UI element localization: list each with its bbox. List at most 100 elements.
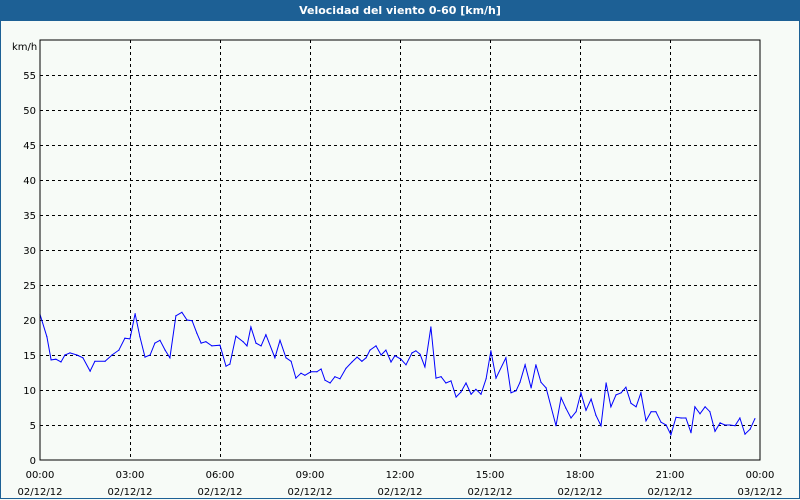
data-point bbox=[390, 361, 392, 363]
data-point bbox=[394, 355, 396, 357]
data-point bbox=[580, 392, 582, 394]
x-tick-date: 02/12/12 bbox=[288, 487, 333, 498]
data-point bbox=[339, 378, 341, 380]
data-point bbox=[605, 382, 607, 384]
data-point bbox=[175, 315, 177, 317]
data-point bbox=[250, 326, 252, 328]
data-point bbox=[129, 338, 131, 340]
data-point bbox=[290, 360, 292, 362]
data-point bbox=[265, 334, 267, 336]
data-point bbox=[159, 339, 161, 341]
data-point bbox=[440, 376, 442, 378]
data-point bbox=[134, 313, 136, 315]
data-point bbox=[94, 360, 96, 362]
x-tick-date: 02/12/12 bbox=[198, 487, 243, 498]
data-point bbox=[714, 430, 716, 432]
data-point bbox=[295, 377, 297, 379]
data-point bbox=[510, 392, 512, 394]
x-tick-date: 02/12/12 bbox=[108, 487, 153, 498]
data-point bbox=[615, 394, 617, 396]
x-tick-time: 09:00 bbox=[296, 470, 325, 481]
x-tick-time: 03:00 bbox=[116, 470, 145, 481]
data-point bbox=[505, 357, 507, 359]
x-tick-time: 00:00 bbox=[746, 470, 775, 481]
data-point bbox=[665, 424, 667, 426]
wind-speed-chart: km/h 0 5 10 15 20 25 30 35 40 45 50 55 00:00 02/12/1… bbox=[12, 39, 782, 498]
data-point bbox=[724, 424, 726, 426]
x-tick-time: 18:00 bbox=[566, 470, 595, 481]
data-point bbox=[181, 311, 183, 313]
data-point bbox=[219, 344, 221, 346]
x-tick-time: 15:00 bbox=[476, 470, 505, 481]
data-point bbox=[575, 411, 577, 413]
x-tick-time: 00:00 bbox=[26, 470, 55, 481]
data-point bbox=[630, 402, 632, 404]
data-point bbox=[465, 382, 467, 384]
data-point bbox=[620, 392, 622, 394]
data-point bbox=[470, 393, 472, 395]
data-point bbox=[375, 345, 377, 347]
data-point bbox=[595, 414, 597, 416]
data-point bbox=[694, 406, 696, 408]
data-point bbox=[685, 417, 687, 419]
data-point bbox=[600, 425, 602, 427]
data-point bbox=[645, 420, 647, 422]
data-point bbox=[570, 417, 572, 419]
data-point bbox=[680, 417, 682, 419]
data-point bbox=[279, 339, 281, 341]
data-point bbox=[655, 411, 657, 413]
data-point bbox=[460, 391, 462, 393]
data-point bbox=[235, 335, 237, 337]
data-point bbox=[455, 396, 457, 398]
data-point bbox=[316, 371, 318, 373]
data-point bbox=[118, 349, 120, 351]
x-tick-date: 02/12/12 bbox=[18, 487, 63, 498]
data-point bbox=[169, 357, 171, 359]
data-point bbox=[545, 387, 547, 389]
data-point bbox=[445, 382, 447, 384]
data-point bbox=[246, 345, 248, 347]
x-tick-date: 02/12/12 bbox=[648, 487, 693, 498]
x-tick-time: 21:00 bbox=[656, 470, 685, 481]
data-point bbox=[524, 364, 526, 366]
y-tick-label: 50 bbox=[23, 106, 36, 117]
data-point bbox=[560, 397, 562, 399]
data-point bbox=[274, 357, 276, 359]
data-point bbox=[475, 388, 477, 390]
data-point bbox=[424, 366, 426, 368]
y-tick-label: 5 bbox=[30, 421, 36, 432]
data-point bbox=[111, 354, 113, 356]
data-point bbox=[186, 319, 188, 321]
data-point bbox=[164, 349, 166, 351]
data-point bbox=[304, 374, 306, 376]
data-point bbox=[485, 378, 487, 380]
data-point bbox=[704, 406, 706, 408]
data-point bbox=[419, 353, 421, 355]
y-tick-label: 45 bbox=[23, 141, 36, 152]
data-point bbox=[435, 377, 437, 379]
x-tick-date: 02/12/12 bbox=[558, 487, 603, 498]
data-point bbox=[734, 425, 736, 427]
x-tick-date: 02/12/12 bbox=[378, 487, 423, 498]
data-point bbox=[361, 360, 363, 362]
data-point bbox=[690, 432, 692, 434]
y-tick-label: 20 bbox=[23, 316, 36, 327]
data-point bbox=[225, 365, 227, 367]
data-point bbox=[365, 357, 367, 359]
data-point bbox=[625, 386, 627, 388]
data-point bbox=[635, 406, 637, 408]
data-point bbox=[495, 377, 497, 379]
data-point bbox=[229, 363, 231, 365]
data-point bbox=[55, 358, 57, 360]
data-point bbox=[356, 356, 358, 358]
data-point bbox=[610, 406, 612, 408]
data-point bbox=[205, 341, 207, 343]
data-point bbox=[104, 360, 106, 362]
data-point bbox=[650, 411, 652, 413]
data-point bbox=[139, 336, 141, 338]
data-point bbox=[124, 337, 126, 339]
data-point bbox=[754, 418, 756, 420]
data-point bbox=[749, 428, 751, 430]
data-point bbox=[590, 398, 592, 400]
y-tick-label: 40 bbox=[23, 176, 36, 187]
